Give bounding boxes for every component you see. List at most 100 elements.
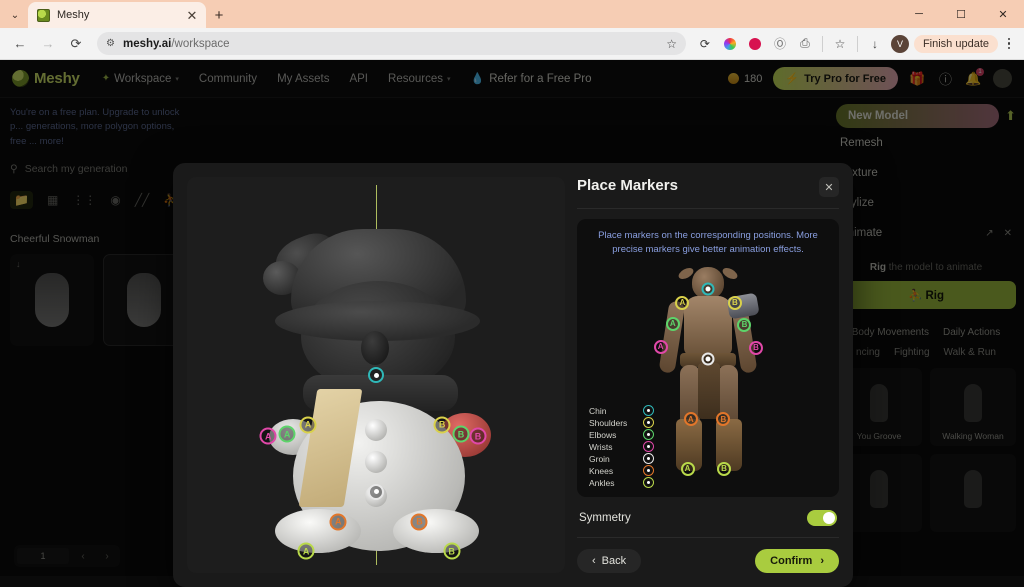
address-bar[interactable]: ⚙ meshy.ai/workspace ☆ (97, 32, 686, 55)
model-viewport[interactable]: A B A B A B A B A B (187, 177, 565, 573)
legend-swatch (643, 405, 654, 416)
viewport-marker-layer: A B A B A B A B A B (187, 177, 565, 573)
chevron-left-icon: ‹ (592, 555, 596, 567)
confirm-label: Confirm (770, 555, 813, 567)
marker-wrist-left[interactable]: A (259, 427, 277, 445)
symmetry-toggle[interactable] (807, 510, 837, 526)
dialog-footer: ‹ Back Confirm › (577, 537, 839, 573)
legend-label: Wrists (589, 441, 613, 452)
legend-label: Chin (589, 405, 607, 416)
marker-legend: Chin Shoulders Elbows Wrists Groin Knees Ankle… (589, 405, 654, 489)
legend-label: Knees (589, 465, 614, 476)
site-settings-icon[interactable]: ⚙ (106, 38, 115, 49)
marker-knee-left[interactable]: A (329, 513, 347, 531)
profile-initial: V (890, 34, 909, 53)
meshy-app: Meshy ✦ Workspace ▾ Community My Assets … (0, 60, 1024, 587)
forward-icon[interactable]: → (35, 31, 61, 57)
marker-ankle-left[interactable]: A (297, 542, 315, 560)
legend-swatch (643, 429, 654, 440)
legend-label: Elbows (589, 429, 617, 440)
confirm-button[interactable]: Confirm › (755, 549, 839, 573)
marker-wrist-right[interactable]: B (469, 427, 487, 445)
sync-icon[interactable]: ⟳ (694, 33, 716, 55)
legend-row-chin: Chin (589, 405, 654, 416)
dialog-title: Place Markers (577, 177, 678, 194)
marker-wrist-left[interactable]: A (653, 339, 668, 354)
toolbar-divider-2 (856, 35, 858, 52)
legend-row-shoulders: Shoulders (589, 417, 654, 428)
bookmark-icon[interactable]: ☆ (829, 33, 851, 55)
marker-shoulder-right[interactable]: B (727, 295, 742, 310)
dialog-panel: Place Markers ✕ Place markers on the cor… (577, 177, 839, 573)
window-controls: ─ ☐ ✕ (898, 0, 1024, 28)
divider (577, 208, 839, 209)
legend-row-knees: Knees (589, 465, 654, 476)
symmetry-row: Symmetry (577, 497, 839, 537)
chevron-right-icon: › (820, 555, 824, 567)
avatar[interactable]: V (889, 33, 911, 55)
marker-elbow-left[interactable]: A (278, 425, 296, 443)
legend-swatch (643, 465, 654, 476)
back-button[interactable]: ‹ Back (577, 549, 642, 573)
minimize-icon[interactable]: ─ (898, 0, 940, 28)
marker-knee-left[interactable]: A (683, 412, 698, 427)
marker-shoulder-right[interactable]: B (433, 416, 451, 433)
tab-title: Meshy (57, 9, 90, 21)
close-icon[interactable]: ✕ (819, 177, 839, 197)
marker-chin[interactable] (368, 367, 384, 383)
marker-knee-right[interactable]: B (716, 412, 731, 427)
marker-elbow-right[interactable]: B (737, 317, 752, 332)
browser-toolbar: ← → ⟳ ⚙ meshy.ai/workspace ☆ ⟳ Ⓞ ⎙ ☆ ↓ V… (0, 28, 1024, 60)
marker-groin[interactable] (368, 483, 384, 500)
marker-shoulder-left[interactable]: A (299, 416, 317, 433)
new-tab-button[interactable]: + (206, 2, 232, 28)
back-label: Back (601, 555, 627, 567)
colorwheel-icon[interactable] (719, 33, 741, 55)
browser-tab-strip: ⌄ Meshy ✕ + ─ ☐ ✕ (0, 0, 1024, 28)
browser-tab[interactable]: Meshy ✕ (28, 2, 206, 28)
legend-label: Groin (589, 453, 610, 464)
url-text: meshy.ai/workspace (123, 38, 230, 50)
hint-text: Place markers on the corresponding posit… (598, 230, 818, 255)
clipboard-icon[interactable]: ⎙ (794, 33, 816, 55)
marker-wrist-right[interactable]: B (749, 340, 763, 355)
marker-groin[interactable] (701, 352, 715, 366)
symmetry-label: Symmetry (579, 512, 631, 524)
legend-row-groin: Groin (589, 453, 654, 464)
marker-knee-right[interactable]: B (410, 513, 428, 531)
preview-marker-layer: A B A B A B A B A B (644, 267, 772, 477)
legend-swatch (643, 417, 654, 428)
url-path: /workspace (171, 37, 230, 50)
marker-ankle-right[interactable]: B (443, 542, 461, 560)
meshy-favicon-icon (37, 8, 50, 22)
dialog-header: Place Markers ✕ (577, 177, 839, 197)
tab-list-chevron-icon[interactable]: ⌄ (2, 2, 28, 28)
back-icon[interactable]: ← (7, 31, 33, 57)
legend-row-wrists: Wrists (589, 441, 654, 452)
marker-shoulder-left[interactable]: A (675, 295, 690, 310)
wordpress-icon[interactable]: Ⓞ (769, 33, 791, 55)
close-icon[interactable]: ✕ (185, 9, 199, 22)
opera-icon[interactable] (744, 33, 766, 55)
downloads-icon[interactable]: ↓ (864, 33, 886, 55)
reload-icon[interactable]: ⟳ (63, 31, 89, 57)
legend-swatch (643, 441, 654, 452)
extension-icons: ⟳ Ⓞ ⎙ ☆ ↓ V Finish update (694, 33, 1017, 55)
window-close-icon[interactable]: ✕ (982, 0, 1024, 28)
legend-label: Ankles (589, 477, 615, 488)
bookmark-star-icon[interactable]: ☆ (666, 37, 677, 51)
marker-ankle-right[interactable]: B (717, 461, 731, 476)
kebab-menu-icon[interactable] (1001, 37, 1017, 50)
legend-label: Shoulders (589, 417, 628, 428)
marker-elbow-left[interactable]: A (665, 316, 680, 331)
marker-ankle-left[interactable]: A (680, 461, 695, 476)
marker-chin[interactable] (701, 282, 715, 296)
finish-update-button[interactable]: Finish update (913, 34, 998, 53)
marker-elbow-right[interactable]: B (452, 425, 470, 443)
reference-orc-model: A B A B A B A B A B (644, 265, 772, 477)
maximize-icon[interactable]: ☐ (940, 0, 982, 28)
legend-row-ankles: Ankles (589, 477, 654, 488)
legend-swatch (643, 477, 654, 488)
reference-preview: Place markers on the corresponding posit… (577, 219, 839, 497)
legend-row-elbows: Elbows (589, 429, 654, 440)
